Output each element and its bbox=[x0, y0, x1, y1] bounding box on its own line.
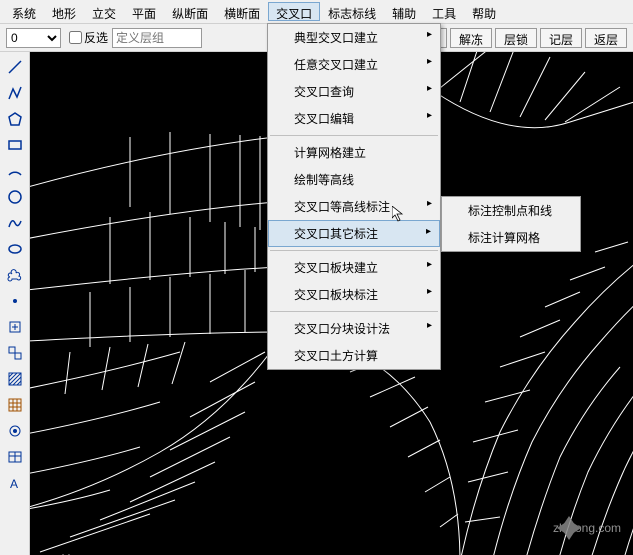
menu-item[interactable]: 交叉口板块建立 bbox=[268, 254, 440, 281]
menubar-item[interactable]: 工具 bbox=[424, 2, 464, 21]
tool-panel: A bbox=[0, 52, 30, 555]
tool-arc-icon[interactable] bbox=[4, 160, 26, 182]
menubar-item[interactable]: 辅助 bbox=[384, 2, 424, 21]
menubar-item[interactable]: 纵断面 bbox=[164, 2, 216, 21]
layer-select[interactable]: 0 bbox=[6, 28, 61, 48]
menu-item[interactable]: 典型交叉口建立 bbox=[268, 24, 440, 51]
tool-region-icon[interactable] bbox=[4, 420, 26, 442]
menu-item[interactable]: 绘制等高线 bbox=[268, 166, 440, 193]
menubar-item[interactable]: 标志标线 bbox=[320, 2, 384, 21]
menu-item[interactable]: 交叉口土方计算 bbox=[268, 342, 440, 369]
dropdown-submenu: 标注控制点和线标注计算网格 bbox=[441, 196, 581, 252]
tool-table-icon[interactable] bbox=[4, 446, 26, 468]
menubar-item[interactable]: 帮助 bbox=[464, 2, 504, 21]
tool-line-icon[interactable] bbox=[4, 56, 26, 78]
tool-ellipse-icon[interactable] bbox=[4, 238, 26, 260]
menu-item[interactable]: 交叉口板块标注 bbox=[268, 281, 440, 308]
tool-block-icon[interactable] bbox=[4, 342, 26, 364]
dropdown-main: 典型交叉口建立任意交叉口建立交叉口查询交叉口编辑计算网格建立绘制等高线交叉口等高… bbox=[267, 23, 441, 370]
menu-item[interactable]: 交叉口等高线标注 bbox=[268, 193, 440, 220]
menu-separator bbox=[270, 311, 438, 312]
toolbar-button[interactable]: 返层 bbox=[585, 28, 627, 48]
menu-separator bbox=[270, 135, 438, 136]
tool-hatch2-icon[interactable] bbox=[4, 394, 26, 416]
toolbar-button[interactable]: 层锁 bbox=[495, 28, 537, 48]
tool-polyline-icon[interactable] bbox=[4, 82, 26, 104]
submenu-item[interactable]: 标注计算网格 bbox=[442, 224, 580, 251]
menu-item[interactable]: 计算网格建立 bbox=[268, 139, 440, 166]
svg-text:A: A bbox=[10, 477, 18, 491]
menubar-item[interactable]: 系统 bbox=[4, 2, 44, 21]
menu-separator bbox=[270, 250, 438, 251]
menu-item[interactable]: 交叉口其它标注 bbox=[268, 220, 440, 247]
menubar-item[interactable]: 交叉口 bbox=[268, 2, 320, 21]
invert-checkbox-label[interactable]: 反选 bbox=[69, 29, 108, 46]
toolbar-button[interactable]: 解冻 bbox=[450, 28, 492, 48]
menu-item[interactable]: 交叉口查询 bbox=[268, 78, 440, 105]
tool-circle-icon[interactable] bbox=[4, 186, 26, 208]
menubar-item[interactable]: 地形 bbox=[44, 2, 84, 21]
menubar-item[interactable]: 平面 bbox=[124, 2, 164, 21]
menubar: 系统地形立交平面纵断面横断面交叉口标志标线辅助工具帮助 bbox=[0, 0, 633, 24]
layer-group-input[interactable] bbox=[112, 28, 202, 48]
tool-rectangle-icon[interactable] bbox=[4, 134, 26, 156]
invert-checkbox[interactable] bbox=[69, 31, 82, 44]
tool-point-icon[interactable] bbox=[4, 290, 26, 312]
tool-insert-icon[interactable] bbox=[4, 316, 26, 338]
menu-item[interactable]: 任意交叉口建立 bbox=[268, 51, 440, 78]
menubar-item[interactable]: 横断面 bbox=[216, 2, 268, 21]
tool-text-icon[interactable]: A bbox=[4, 472, 26, 494]
tool-cloud-icon[interactable] bbox=[4, 264, 26, 286]
tool-polygon-icon[interactable] bbox=[4, 108, 26, 130]
menubar-item[interactable]: 立交 bbox=[84, 2, 124, 21]
tool-hatch-icon[interactable] bbox=[4, 368, 26, 390]
menu-item[interactable]: 交叉口编辑 bbox=[268, 105, 440, 132]
submenu-item[interactable]: 标注控制点和线 bbox=[442, 197, 580, 224]
tool-spline-icon[interactable] bbox=[4, 212, 26, 234]
menu-item[interactable]: 交叉口分块设计法 bbox=[268, 315, 440, 342]
toolbar-button[interactable]: 记层 bbox=[540, 28, 582, 48]
